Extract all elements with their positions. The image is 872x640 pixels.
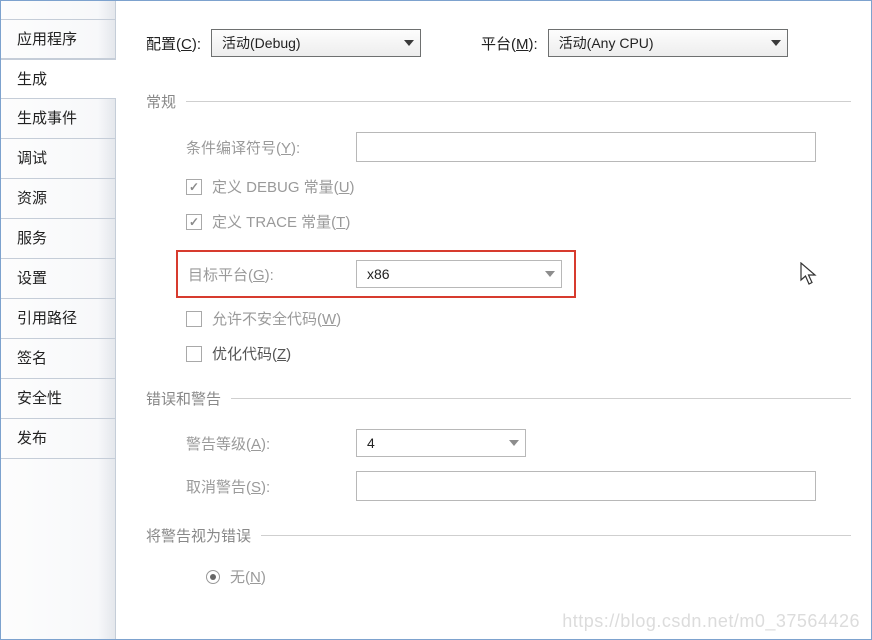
divider	[231, 398, 851, 399]
allow-unsafe-label: 允许不安全代码(W)	[212, 308, 341, 329]
divider	[261, 535, 851, 536]
section-warnings-header: 错误和警告	[146, 388, 851, 409]
config-value: 活动(Debug)	[222, 33, 301, 53]
platform-value: 活动(Any CPU)	[559, 33, 654, 53]
tab-build-events[interactable]: 生成事件	[1, 99, 115, 139]
define-debug-checkbox[interactable]	[186, 179, 202, 195]
treat-none-row: 无(N)	[146, 566, 851, 587]
optimize-label: 优化代码(Z)	[212, 343, 291, 364]
chevron-down-icon	[509, 440, 519, 446]
section-warnings-label: 错误和警告	[146, 388, 221, 409]
optimize-row: 优化代码(Z)	[146, 343, 851, 364]
conditional-symbols-label: 条件编译符号(Y):	[186, 137, 356, 158]
target-platform-label: 目标平台(G):	[186, 264, 356, 285]
suppress-warnings-input[interactable]	[356, 471, 816, 501]
tab-settings[interactable]: 设置	[1, 259, 115, 299]
section-general-header: 常规	[146, 91, 851, 112]
treat-none-radio[interactable]	[206, 570, 220, 584]
section-treat-header: 将警告视为错误	[146, 525, 851, 546]
optimize-checkbox[interactable]	[186, 346, 202, 362]
define-trace-row: 定义 TRACE 常量(T)	[146, 211, 851, 232]
tab-debug[interactable]: 调试	[1, 139, 115, 179]
section-general-label: 常规	[146, 91, 176, 112]
suppress-warnings-row: 取消警告(S):	[146, 471, 851, 501]
define-debug-label: 定义 DEBUG 常量(U)	[212, 176, 355, 197]
define-trace-checkbox[interactable]	[186, 214, 202, 230]
config-platform-row: 配置(C): 活动(Debug) 平台(M): 活动(Any CPU)	[146, 29, 851, 57]
tab-publish[interactable]: 发布	[1, 419, 115, 459]
properties-sidebar: 应用程序 生成 生成事件 调试 资源 服务 设置 引用路径 签名 安全性 发布	[1, 1, 116, 639]
tab-signing[interactable]: 签名	[1, 339, 115, 379]
warning-level-combo[interactable]: 4	[356, 429, 526, 457]
config-label: 配置(C):	[146, 33, 201, 54]
tab-application[interactable]: 应用程序	[1, 19, 115, 59]
tab-reference-paths[interactable]: 引用路径	[1, 299, 115, 339]
warning-level-row: 警告等级(A): 4	[146, 429, 851, 457]
target-platform-combo[interactable]: x86	[356, 260, 562, 288]
target-platform-highlight: 目标平台(G): x86	[176, 250, 576, 298]
chevron-down-icon	[404, 40, 414, 46]
platform-combo[interactable]: 活动(Any CPU)	[548, 29, 788, 57]
tab-services[interactable]: 服务	[1, 219, 115, 259]
warning-level-value: 4	[367, 435, 375, 451]
warning-level-label: 警告等级(A):	[186, 433, 356, 454]
target-platform-value: x86	[367, 266, 390, 282]
define-trace-label: 定义 TRACE 常量(T)	[212, 211, 350, 232]
tab-resources[interactable]: 资源	[1, 179, 115, 219]
section-treat-label: 将警告视为错误	[146, 525, 251, 546]
allow-unsafe-checkbox[interactable]	[186, 311, 202, 327]
chevron-down-icon	[545, 271, 555, 277]
define-debug-row: 定义 DEBUG 常量(U)	[146, 176, 851, 197]
tab-build[interactable]: 生成	[1, 59, 116, 99]
tab-security[interactable]: 安全性	[1, 379, 115, 419]
divider	[186, 101, 851, 102]
allow-unsafe-row: 允许不安全代码(W)	[146, 308, 851, 329]
suppress-warnings-label: 取消警告(S):	[186, 476, 356, 497]
conditional-symbols-row: 条件编译符号(Y):	[146, 132, 851, 162]
treat-none-label: 无(N)	[230, 566, 266, 587]
chevron-down-icon	[771, 40, 781, 46]
platform-label: 平台(M):	[481, 33, 538, 54]
build-panel: 配置(C): 活动(Debug) 平台(M): 活动(Any CPU) 常规 条…	[116, 1, 871, 639]
conditional-symbols-input[interactable]	[356, 132, 816, 162]
config-combo[interactable]: 活动(Debug)	[211, 29, 421, 57]
